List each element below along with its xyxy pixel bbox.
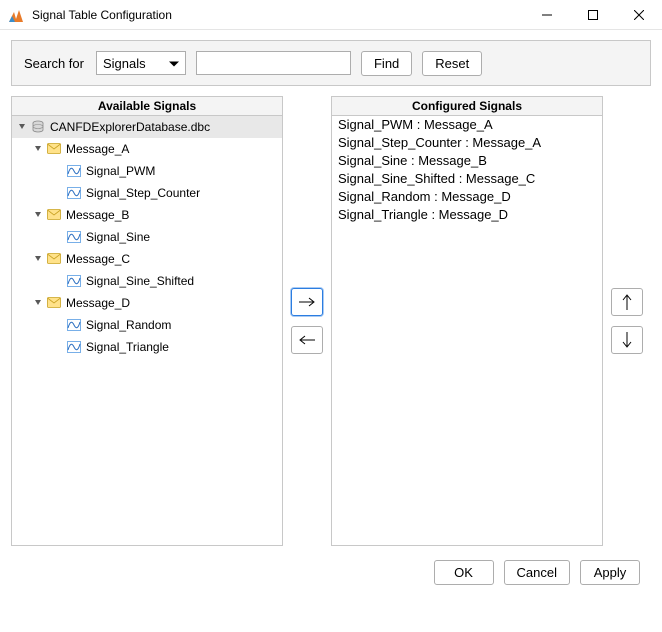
reorder-buttons bbox=[603, 96, 651, 546]
reset-button[interactable]: Reset bbox=[422, 51, 482, 76]
tree-signal-label: Signal_Step_Counter bbox=[86, 186, 200, 200]
tree-message-label: Message_D bbox=[66, 296, 130, 310]
signal-icon bbox=[66, 163, 82, 179]
tree-message-label: Message_A bbox=[66, 142, 129, 156]
titlebar: Signal Table Configuration bbox=[0, 0, 662, 30]
search-type-value: Signals bbox=[103, 56, 146, 71]
move-left-button[interactable] bbox=[291, 326, 323, 354]
tree-message[interactable]: Message_B bbox=[12, 204, 282, 226]
find-button[interactable]: Find bbox=[361, 51, 412, 76]
signal-icon bbox=[66, 273, 82, 289]
tree-signal-label: Signal_Random bbox=[86, 318, 171, 332]
move-down-button[interactable] bbox=[611, 326, 643, 354]
signal-icon bbox=[66, 317, 82, 333]
configured-signals-panel: Configured Signals Signal_PWM : Message_… bbox=[331, 96, 603, 546]
tree-signal[interactable]: Signal_Triangle bbox=[12, 336, 282, 358]
tree-signal[interactable]: Signal_Random bbox=[12, 314, 282, 336]
configured-item-label: Signal_Random : Message_D bbox=[338, 189, 511, 204]
window-title: Signal Table Configuration bbox=[32, 8, 524, 22]
configured-signals-header: Configured Signals bbox=[332, 97, 602, 116]
configured-item-label: Signal_Step_Counter : Message_A bbox=[338, 135, 541, 150]
available-signals-tree[interactable]: CANFDExplorerDatabase.dbc Message_A Signal… bbox=[12, 116, 282, 545]
app-icon bbox=[8, 7, 24, 23]
move-right-button[interactable] bbox=[291, 288, 323, 316]
configured-signals-list[interactable]: Signal_PWM : Message_A Signal_Step_Counte… bbox=[332, 116, 602, 545]
tree-twisty-icon[interactable] bbox=[32, 211, 44, 219]
tree-signal-label: Signal_Sine bbox=[86, 230, 150, 244]
tree-message-label: Message_B bbox=[66, 208, 129, 222]
envelope-icon bbox=[46, 251, 62, 267]
tree-message[interactable]: Message_A bbox=[12, 138, 282, 160]
tree-signal[interactable]: Signal_PWM bbox=[12, 160, 282, 182]
tree-twisty-icon[interactable] bbox=[32, 145, 44, 153]
tree-message-label: Message_C bbox=[66, 252, 130, 266]
dialog-footer: OK Cancel Apply bbox=[11, 546, 651, 585]
tree-root-label: CANFDExplorerDatabase.dbc bbox=[50, 120, 210, 134]
tree-signal-label: Signal_Sine_Shifted bbox=[86, 274, 194, 288]
configured-item-label: Signal_Triangle : Message_D bbox=[338, 207, 508, 222]
envelope-icon bbox=[46, 295, 62, 311]
tree-root[interactable]: CANFDExplorerDatabase.dbc bbox=[12, 116, 282, 138]
apply-button[interactable]: Apply bbox=[580, 560, 640, 585]
tree-signal-label: Signal_Triangle bbox=[86, 340, 169, 354]
configured-item[interactable]: Signal_PWM : Message_A bbox=[332, 116, 602, 134]
cancel-button[interactable]: Cancel bbox=[504, 560, 570, 585]
search-type-select[interactable]: Signals bbox=[96, 51, 186, 75]
available-signals-header: Available Signals bbox=[12, 97, 282, 116]
envelope-icon bbox=[46, 207, 62, 223]
chevron-down-icon bbox=[169, 56, 179, 71]
signal-icon bbox=[66, 185, 82, 201]
envelope-icon bbox=[46, 141, 62, 157]
configured-item[interactable]: Signal_Random : Message_D bbox=[332, 188, 602, 206]
configured-item[interactable]: Signal_Sine_Shifted : Message_C bbox=[332, 170, 602, 188]
configured-item[interactable]: Signal_Step_Counter : Message_A bbox=[332, 134, 602, 152]
configured-item-label: Signal_Sine_Shifted : Message_C bbox=[338, 171, 535, 186]
signal-icon bbox=[66, 229, 82, 245]
search-bar: Search for Signals Find Reset bbox=[11, 40, 651, 86]
configured-item[interactable]: Signal_Sine : Message_B bbox=[332, 152, 602, 170]
available-signals-panel: Available Signals CANFDExplorerDatabase.… bbox=[11, 96, 283, 546]
ok-button[interactable]: OK bbox=[434, 560, 494, 585]
move-up-button[interactable] bbox=[611, 288, 643, 316]
tree-signal[interactable]: Signal_Sine_Shifted bbox=[12, 270, 282, 292]
tree-message[interactable]: Message_C bbox=[12, 248, 282, 270]
database-icon bbox=[30, 119, 46, 135]
tree-signal-label: Signal_PWM bbox=[86, 164, 155, 178]
tree-twisty-icon[interactable] bbox=[32, 255, 44, 263]
tree-message[interactable]: Message_D bbox=[12, 292, 282, 314]
minimize-button[interactable] bbox=[524, 0, 570, 30]
transfer-buttons bbox=[283, 96, 331, 546]
configured-item-label: Signal_Sine : Message_B bbox=[338, 153, 487, 168]
search-for-label: Search for bbox=[22, 56, 86, 71]
tree-signal[interactable]: Signal_Step_Counter bbox=[12, 182, 282, 204]
signal-icon bbox=[66, 339, 82, 355]
tree-signal[interactable]: Signal_Sine bbox=[12, 226, 282, 248]
configured-item[interactable]: Signal_Triangle : Message_D bbox=[332, 206, 602, 224]
tree-twisty-icon[interactable] bbox=[32, 299, 44, 307]
configured-item-label: Signal_PWM : Message_A bbox=[338, 117, 493, 132]
maximize-button[interactable] bbox=[570, 0, 616, 30]
tree-twisty-icon[interactable] bbox=[16, 123, 28, 131]
search-input[interactable] bbox=[196, 51, 351, 75]
close-button[interactable] bbox=[616, 0, 662, 30]
